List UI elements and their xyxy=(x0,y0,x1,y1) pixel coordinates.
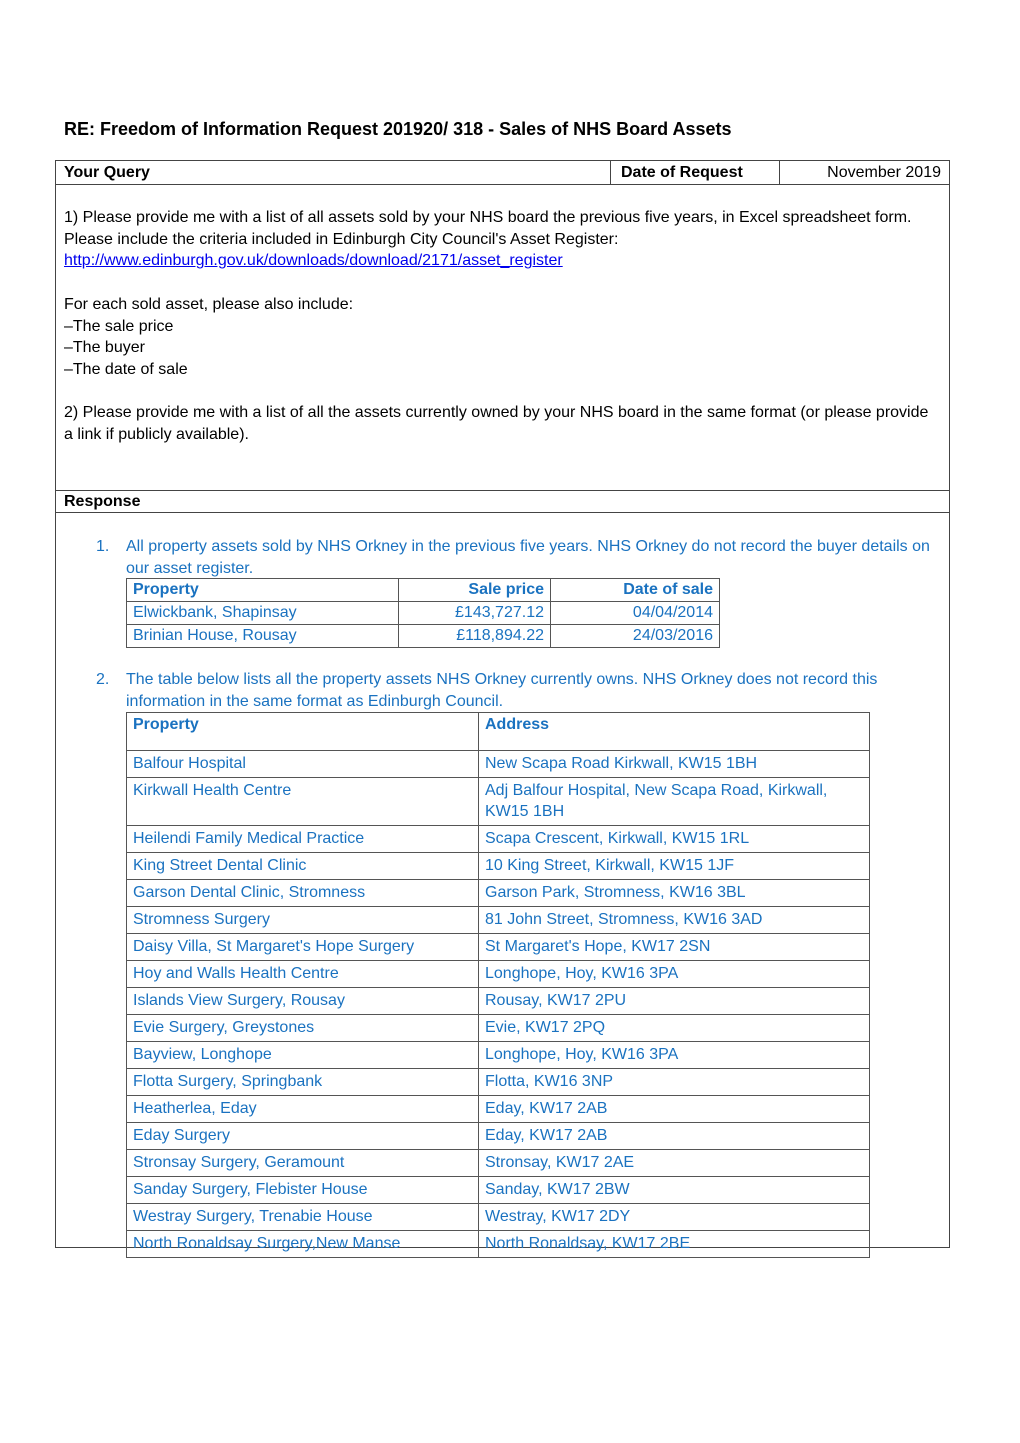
table-cell: Evie, KW17 2PQ xyxy=(478,1014,870,1042)
table-cell: Elwickbank, Shapinsay xyxy=(126,601,399,625)
query-header-row: Your Query Date of Request November 2019 xyxy=(56,161,949,185)
table-row: Kirkwall Health Centre Adj Balfour Hospit… xyxy=(126,777,870,826)
column-header: Property xyxy=(126,578,399,602)
table-cell: Longhope, Hoy, KW16 3PA xyxy=(478,1041,870,1069)
date-of-request-cell: Date of Request xyxy=(610,161,780,184)
table-cell: 10 King Street, Kirkwall, KW15 1JF xyxy=(478,852,870,880)
response-label: Response xyxy=(64,493,141,510)
query-bullet: –The sale price xyxy=(64,317,174,335)
table-cell: Daisy Villa, St Margaret's Hope Surgery xyxy=(126,933,479,961)
table-cell: New Scapa Road Kirkwall, KW15 1BH xyxy=(478,750,870,778)
table-cell: Westray Surgery, Trenabie House xyxy=(126,1203,479,1231)
table-cell: Westray, KW17 2DY xyxy=(478,1203,870,1231)
table-cell: Longhope, Hoy, KW16 3PA xyxy=(478,960,870,988)
table-cell: Flotta Surgery, Springbank xyxy=(126,1068,479,1096)
table-cell: 24/03/2016 xyxy=(550,624,720,648)
table-row: Sanday Surgery, Flebister House Sanday, K… xyxy=(126,1176,870,1204)
table-row: Elwickbank, Shapinsay £143,727.12 04/04/20… xyxy=(126,601,720,625)
table-row: Hoy and Walls Health Centre Longhope, Hoy… xyxy=(126,960,870,988)
query-bullet: –The buyer xyxy=(64,339,145,357)
table-cell: Bayview, Longhope xyxy=(126,1041,479,1069)
table-cell: North Ronaldsay Surgery,New Manse xyxy=(126,1230,479,1258)
query-bullet: –The date of sale xyxy=(64,360,188,378)
item-text: The table below lists all the property a… xyxy=(126,671,878,710)
table-cell: 81 John Street, Stromness, KW16 3AD xyxy=(478,906,870,934)
table-row: Islands View Surgery, Rousay Rousay, KW17… xyxy=(126,987,870,1015)
table-row: Westray Surgery, Trenabie House Westray, … xyxy=(126,1203,870,1231)
table-row: Bayview, Longhope Longhope, Hoy, KW16 3PA xyxy=(126,1041,870,1069)
table-cell: Eday, KW17 2AB xyxy=(478,1122,870,1150)
table-header-row: Property Sale price Date of sale xyxy=(126,578,720,602)
table-cell: Hoy and Walls Health Centre xyxy=(126,960,479,988)
table-cell: Heilendi Family Medical Practice xyxy=(126,825,479,853)
table-row: Evie Surgery, Greystones Evie, KW17 2PQ xyxy=(126,1014,870,1042)
table-cell: Islands View Surgery, Rousay xyxy=(126,987,479,1015)
item-text: All property assets sold by NHS Orkney i… xyxy=(126,538,930,577)
response-header-row: Response xyxy=(56,490,949,513)
query-para-1-criteria: Please include the criteria included in … xyxy=(64,230,619,248)
table-cell: Evie Surgery, Greystones xyxy=(126,1014,479,1042)
column-header: Date of sale xyxy=(550,578,720,602)
table-cell: Eday Surgery xyxy=(126,1122,479,1150)
table-row: Garson Dental Clinic, Stromness Garson Pa… xyxy=(126,879,870,907)
table-cell: King Street Dental Clinic xyxy=(126,852,479,880)
your-query-label: Your Query xyxy=(64,164,150,181)
table-row: Heatherlea, Eday Eday, KW17 2AB xyxy=(126,1095,870,1123)
table-cell: Eday, KW17 2AB xyxy=(478,1095,870,1123)
table-cell: Kirkwall Health Centre xyxy=(126,777,479,826)
table-header-row: Property Address xyxy=(126,712,870,751)
table-row: Flotta Surgery, Springbank Flotta, KW16 3… xyxy=(126,1068,870,1096)
table-cell: Sanday, KW17 2BW xyxy=(478,1176,870,1204)
table-row: Heilendi Family Medical Practice Scapa Cr… xyxy=(126,825,870,853)
table-cell: Garson Dental Clinic, Stromness xyxy=(126,879,479,907)
table-cell: St Margaret's Hope, KW17 2SN xyxy=(478,933,870,961)
table-cell: Adj Balfour Hospital, New Scapa Road, Ki… xyxy=(478,777,870,826)
table-row: Brinian House, Rousay £118,894.22 24/03/20… xyxy=(126,624,720,648)
table-cell: Sanday Surgery, Flebister House xyxy=(126,1176,479,1204)
table-cell: Balfour Hospital xyxy=(126,750,479,778)
table-cell: £118,894.22 xyxy=(398,624,551,648)
table-cell: £143,727.12 xyxy=(398,601,551,625)
column-header: Property xyxy=(126,712,479,751)
table-cell: North Ronaldsay, KW17 2BE xyxy=(478,1230,870,1258)
query-para-3: 2) Please provide me with a list of all … xyxy=(64,404,929,443)
table-row: Stronsay Surgery, Geramount Stronsay, KW1… xyxy=(126,1149,870,1177)
table-cell: Rousay, KW17 2PU xyxy=(478,987,870,1015)
table-row: King Street Dental Clinic 10 King Street,… xyxy=(126,852,870,880)
asset-register-link[interactable]: http://www.edinburgh.gov.uk/downloads/do… xyxy=(64,252,563,269)
table-cell: 04/04/2014 xyxy=(550,601,720,625)
item-number: 1. xyxy=(96,538,110,555)
column-header: Sale price xyxy=(398,578,551,602)
query-body: 1) Please provide me with a list of all … xyxy=(64,207,934,446)
date-of-request-label: Date of Request xyxy=(621,164,743,181)
query-para-2-intro: For each sold asset, please also include… xyxy=(64,295,354,313)
foi-table: Your Query Date of Request November 2019… xyxy=(55,160,950,1258)
table-cell: Garson Park, Stromness, KW16 3BL xyxy=(478,879,870,907)
table-row: Eday Surgery Eday, KW17 2AB xyxy=(126,1122,870,1150)
document-title: RE: Freedom of Information Request 20192… xyxy=(64,119,732,139)
date-of-request-value: November 2019 xyxy=(827,164,941,181)
table-row: Daisy Villa, St Margaret's Hope Surgery S… xyxy=(126,933,870,961)
table-row: North Ronaldsay Surgery,New Manse North R… xyxy=(126,1230,870,1258)
owned-assets-table: Property Address Balfour Hospital New Sca… xyxy=(126,712,870,1258)
table-cell: Stronsay Surgery, Geramount xyxy=(126,1149,479,1177)
table-cell: Stromness Surgery xyxy=(126,906,479,934)
table-cell: Scapa Crescent, Kirkwall, KW15 1RL xyxy=(478,825,870,853)
sold-assets-table: Property Sale price Date of sale Elwickb… xyxy=(126,578,720,648)
column-header: Address xyxy=(478,712,870,751)
table-row: Stromness Surgery 81 John Street, Stromne… xyxy=(126,906,870,934)
item-number: 2. xyxy=(96,671,110,688)
table-row: Balfour Hospital New Scapa Road Kirkwall,… xyxy=(126,750,870,778)
query-para-1: 1) Please provide me with a list of all … xyxy=(64,209,912,226)
table-cell: Stronsay, KW17 2AE xyxy=(478,1149,870,1177)
table-cell: Brinian House, Rousay xyxy=(126,624,399,648)
table-cell: Flotta, KW16 3NP xyxy=(478,1068,870,1096)
table-cell: Heatherlea, Eday xyxy=(126,1095,479,1123)
